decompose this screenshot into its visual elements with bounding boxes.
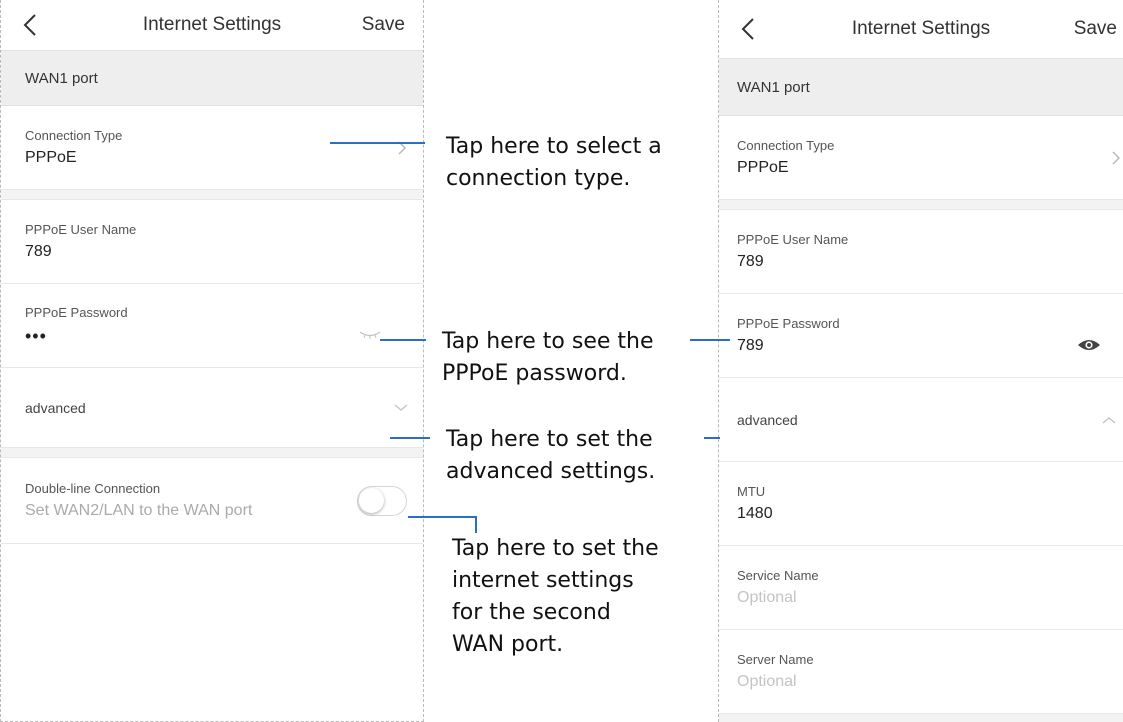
advanced-label: advanced bbox=[737, 411, 798, 428]
server-name-label: Server Name bbox=[737, 652, 814, 667]
chevron-up-icon bbox=[1102, 416, 1116, 423]
right-phone-screen: Internet Settings Save WAN1 port Connect… bbox=[718, 0, 1123, 722]
pppoe-user-value: 789 bbox=[25, 243, 52, 260]
pppoe-user-label: PPPoE User Name bbox=[25, 222, 137, 237]
callout-line-password-left bbox=[380, 339, 426, 341]
nav-bar: Internet Settings Save bbox=[1, 0, 423, 50]
connection-type-value: PPPoE bbox=[25, 149, 77, 166]
annotation-password: Tap here to see the PPPoE password. bbox=[442, 326, 654, 390]
mtu-label: MTU bbox=[737, 484, 766, 499]
left-phone-screen: Internet Settings Save WAN1 port Connect… bbox=[0, 0, 424, 722]
advanced-row[interactable]: advanced bbox=[719, 378, 1123, 462]
pppoe-password-label: PPPoE Password bbox=[25, 304, 128, 320]
back-button[interactable] bbox=[735, 14, 761, 44]
eye-open-icon[interactable] bbox=[1077, 338, 1101, 352]
page-title: Internet Settings bbox=[851, 18, 991, 39]
back-button[interactable] bbox=[17, 10, 43, 40]
section-gap bbox=[1, 448, 423, 458]
annotation-line: Tap here to see the bbox=[442, 329, 654, 354]
callout-line-double-line-v bbox=[475, 516, 477, 533]
server-name-row[interactable]: Server Name Optional bbox=[719, 630, 1123, 714]
connection-type-value: PPPoE bbox=[737, 159, 789, 176]
pppoe-user-value: 789 bbox=[737, 253, 764, 270]
section-gap bbox=[719, 714, 1123, 722]
eye-closed-icon[interactable] bbox=[359, 330, 381, 340]
pppoe-password-row[interactable]: PPPoE Password 789 bbox=[719, 294, 1123, 378]
callout-line-connection-type bbox=[330, 142, 425, 144]
chevron-right-icon bbox=[1112, 151, 1120, 164]
section-header-wan1: WAN1 port bbox=[1, 50, 423, 106]
pppoe-user-label: PPPoE User Name bbox=[737, 232, 849, 247]
connection-type-label: Connection Type bbox=[737, 138, 835, 153]
callout-line-advanced-right bbox=[704, 437, 720, 439]
save-button[interactable]: Save bbox=[362, 14, 405, 36]
pppoe-password-label: PPPoE Password bbox=[737, 316, 840, 331]
service-name-label: Service Name bbox=[737, 568, 819, 583]
pppoe-password-value: 789 bbox=[737, 337, 764, 354]
chevron-down-icon bbox=[394, 404, 408, 411]
annotation-line: for the second bbox=[452, 600, 611, 625]
connection-type-label: Connection Type bbox=[25, 128, 123, 143]
annotation-line: PPPoE password. bbox=[442, 361, 627, 386]
chevron-left-icon bbox=[23, 14, 36, 36]
server-name-input[interactable]: Optional bbox=[737, 673, 1123, 691]
nav-bar: Internet Settings Save bbox=[719, 0, 1123, 58]
section-header-wan1: WAN1 port bbox=[719, 58, 1123, 116]
pppoe-user-row[interactable]: PPPoE User Name 789 bbox=[1, 200, 423, 284]
connection-type-row[interactable]: Connection Type PPPoE bbox=[719, 116, 1123, 200]
annotation-line: internet settings bbox=[452, 568, 634, 593]
section-gap bbox=[1, 190, 423, 200]
page-title: Internet Settings bbox=[142, 14, 282, 35]
section-gap bbox=[719, 200, 1123, 210]
save-button[interactable]: Save bbox=[1074, 18, 1117, 40]
mtu-value: 1480 bbox=[737, 505, 773, 522]
annotation-line: Tap here to set the bbox=[446, 427, 653, 452]
annotation-double-line: Tap here to set the internet settings fo… bbox=[452, 533, 659, 661]
service-name-row[interactable]: Service Name Optional bbox=[719, 546, 1123, 630]
double-line-toggle[interactable] bbox=[357, 485, 407, 516]
double-line-row: Double-line Connection Set WAN2/LAN to t… bbox=[1, 458, 423, 544]
annotation-line: advanced settings. bbox=[446, 459, 656, 484]
chevron-left-icon bbox=[741, 18, 754, 40]
connection-type-row[interactable]: Connection Type PPPoE bbox=[1, 106, 423, 190]
advanced-label: advanced bbox=[25, 399, 86, 416]
callout-line-password-right bbox=[690, 339, 730, 341]
toggle-knob bbox=[359, 487, 384, 513]
annotation-line: Tap here to set the bbox=[452, 536, 659, 561]
advanced-row[interactable]: advanced bbox=[1, 368, 423, 448]
annotation-line: connection type. bbox=[446, 166, 631, 191]
annotation-connection-type: Tap here to select a connection type. bbox=[446, 131, 662, 195]
service-name-input[interactable]: Optional bbox=[737, 589, 1123, 607]
pppoe-user-row[interactable]: PPPoE User Name 789 bbox=[719, 210, 1123, 294]
callout-line-advanced-left bbox=[390, 437, 430, 439]
pppoe-password-row[interactable]: PPPoE Password ••• bbox=[1, 284, 423, 368]
mtu-row[interactable]: MTU 1480 bbox=[719, 462, 1123, 546]
annotation-line: WAN port. bbox=[452, 632, 564, 657]
annotation-advanced: Tap here to set the advanced settings. bbox=[446, 424, 655, 488]
callout-line-double-line-h bbox=[408, 516, 477, 518]
annotation-line: Tap here to select a bbox=[446, 134, 662, 159]
